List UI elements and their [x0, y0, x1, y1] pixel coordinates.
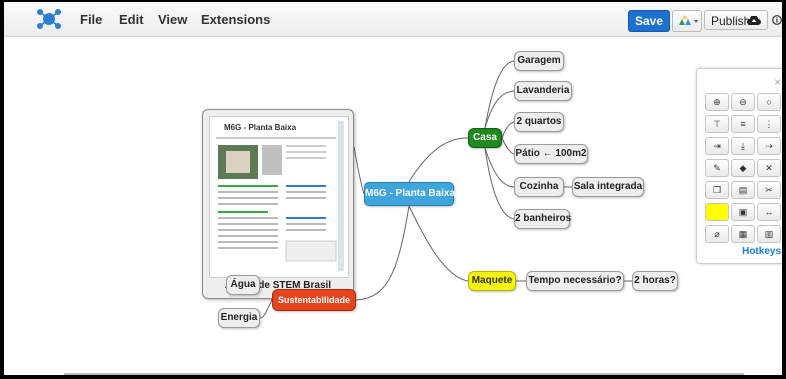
document-content-icon [216, 121, 344, 271]
image-node[interactable]: M6G - Planta Baixa Atividade STEM Brasil [202, 109, 354, 299]
node-2-quartos[interactable]: 2 quartos [514, 112, 564, 132]
save-button[interactable]: Save [628, 10, 670, 32]
cut-icon[interactable]: ✂ [757, 181, 781, 199]
menu-file[interactable]: File [80, 12, 102, 27]
table-icon[interactable]: ▦ [731, 225, 755, 243]
node-sustentabilidade[interactable]: Sustentabilidade [272, 289, 356, 311]
top-toolbar: File Edit View Extensions Save Publish [4, 2, 782, 37]
node-garagem[interactable]: Garagem [514, 51, 564, 71]
node-sala-integrada[interactable]: Sala integrada [572, 177, 644, 197]
pencil-icon[interactable]: ✎ [705, 159, 729, 177]
node-casa[interactable]: Casa [468, 128, 502, 148]
publish-button[interactable]: Publish [704, 10, 768, 30]
node-cozinha[interactable]: Cozinha [514, 177, 564, 197]
node-tempo-necessario[interactable]: Tempo necessário? [526, 271, 624, 291]
film-icon[interactable]: ▥ [757, 225, 781, 243]
zoom-in-icon[interactable]: ⊕ [705, 93, 729, 111]
node-energia[interactable]: Energia [218, 308, 260, 328]
node-lavanderia[interactable]: Lavanderia [514, 81, 572, 101]
delete-icon[interactable]: ✕ [757, 159, 781, 177]
node-maquete[interactable]: Maquete [468, 271, 516, 291]
download-icon[interactable]: ⤓ [731, 137, 755, 155]
color-swatch-icon[interactable] [705, 203, 729, 221]
mindmup-logo-icon[interactable] [36, 8, 62, 30]
google-drive-icon [679, 15, 698, 25]
insert-child-icon[interactable]: ⇥ [705, 137, 729, 155]
document-thumbnail: M6G - Planta Baixa [209, 116, 349, 278]
close-panel-icon[interactable]: × [774, 75, 781, 89]
zoom-out-icon[interactable]: ⊖ [731, 93, 755, 111]
menu-edit[interactable]: Edit [119, 12, 144, 27]
tool-panel: × ⊕ ⊖ ○ ⊤ ≡ ⋮ ⇥ ⤓ ⇢ ✎ ◆ ✕ ❐ ▤ ✂ ▣ ↔ ⌀ ▦ … [696, 68, 782, 264]
link-arrow-icon[interactable]: ↔ [757, 203, 781, 221]
hotkeys-link[interactable]: Hotkeys [742, 246, 781, 257]
attachment-icon[interactable]: ⌀ [705, 225, 729, 243]
menu-extensions[interactable]: Extensions [201, 12, 270, 27]
insert-sibling-icon[interactable]: ⇢ [757, 137, 781, 155]
eraser-icon[interactable]: ◆ [731, 159, 755, 177]
hierarchy-icon[interactable]: ⊤ [705, 115, 729, 133]
connector-lines [259, 60, 632, 319]
vertical-dots-icon[interactable]: ⋮ [757, 115, 781, 133]
circle-icon[interactable]: ○ [757, 93, 781, 111]
google-drive-dropdown[interactable] [672, 10, 702, 32]
info-icon[interactable] [772, 15, 782, 25]
node-2-horas[interactable]: 2 horas? [632, 271, 678, 291]
mind-map-canvas[interactable]: M6G - Planta Baixa Atividade STEM Brasil… [4, 37, 782, 375]
image-icon[interactable]: ▣ [731, 203, 755, 221]
menu-view[interactable]: View [158, 12, 187, 27]
node-2-banheiros[interactable]: 2 banheiros [514, 209, 571, 229]
horizontal-scrollbar[interactable] [64, 373, 744, 375]
cloud-upload-icon [747, 16, 761, 25]
app-window: File Edit View Extensions Save Publish M… [4, 2, 782, 375]
central-node[interactable]: M6G - Planta Baixa [364, 182, 455, 206]
node-patio[interactable]: Pátio ← 100m2 [514, 144, 588, 164]
node-agua[interactable]: Água [226, 275, 260, 295]
list-icon[interactable]: ≡ [731, 115, 755, 133]
paste-icon[interactable]: ▤ [731, 181, 755, 199]
copy-icon[interactable]: ❐ [705, 181, 729, 199]
publish-label: Publish [711, 14, 751, 28]
